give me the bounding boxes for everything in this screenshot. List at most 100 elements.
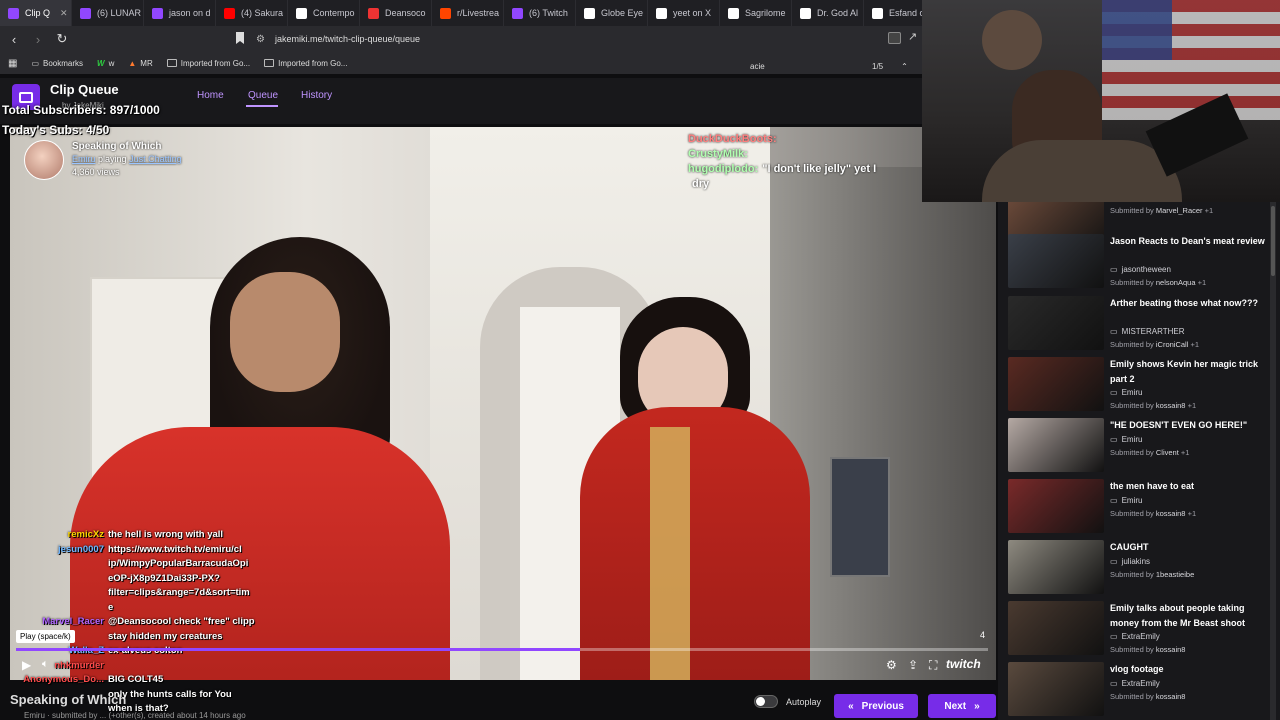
queue-item[interactable]: Arther beating those what now??? ▭ MISTERA… bbox=[1008, 296, 1270, 352]
browser-tab[interactable]: Deansoco bbox=[360, 0, 432, 26]
forward-icon[interactable]: › bbox=[28, 29, 48, 49]
play-icon[interactable]: ▶ bbox=[22, 658, 31, 672]
back-icon[interactable]: ‹ bbox=[4, 29, 24, 49]
apps-grid-icon[interactable]: ▦ bbox=[8, 58, 17, 69]
bookmark-page-icon[interactable] bbox=[236, 32, 244, 44]
chat-username: hugodiplodo: bbox=[688, 163, 759, 175]
queue-item-title: Jason Reacts to Dean's meat review bbox=[1110, 236, 1265, 246]
queue-item[interactable]: CAUGHT ▭ juliakins Submitted by 1beastieibe bbox=[1008, 540, 1270, 596]
submitted-by-label: Submitted by bbox=[1110, 645, 1154, 654]
bookmark-item[interactable]: ▭ Bookmarks bbox=[31, 59, 83, 68]
nav-history[interactable]: History bbox=[301, 90, 332, 101]
extra-count: +1 bbox=[1180, 447, 1190, 457]
queue-scrollbar[interactable] bbox=[1270, 202, 1276, 720]
address-bar[interactable]: ⚙ jakemiki.me/twitch-clip-queue/queue bbox=[256, 30, 876, 48]
queue-item-title: CAUGHT bbox=[1110, 542, 1149, 552]
browser-tab[interactable]: (6) Twitch bbox=[504, 0, 576, 26]
queue-item-channel: ▭ jasontheween bbox=[1110, 265, 1171, 274]
clip-thumbnail[interactable] bbox=[1008, 540, 1104, 594]
nav-home[interactable]: Home bbox=[197, 90, 224, 101]
chat-text: e bbox=[108, 601, 114, 613]
tab-label: (4) Sakura bbox=[241, 8, 284, 18]
tab-favicon-icon bbox=[80, 7, 91, 19]
queue-item[interactable]: the men have to eat ▭ Emiru Submitted by ko… bbox=[1008, 479, 1270, 535]
queue-item[interactable]: "HE DOESN'T EVEN GO HERE!" ▭ Emiru Submitte… bbox=[1008, 418, 1270, 474]
queue-item[interactable]: Emily talks about people taking money fr… bbox=[1008, 601, 1270, 657]
clip-thumbnail[interactable] bbox=[1008, 662, 1104, 716]
folder-icon bbox=[264, 59, 275, 67]
channel-name: Emiru bbox=[1121, 434, 1143, 444]
chat-overlay-bottom: remicXz the hell is wrong with yall jesun0… bbox=[10, 528, 270, 717]
clip-thumbnail[interactable] bbox=[1008, 357, 1104, 411]
clip-thumbnail[interactable] bbox=[1008, 418, 1104, 472]
volume-icon[interactable]: 🔈︎ bbox=[42, 658, 49, 671]
tab-label: Contempo bbox=[313, 8, 355, 18]
browser-tab[interactable]: Sagrilome bbox=[720, 0, 792, 26]
browser-tab[interactable]: (6) LUNAR bbox=[72, 0, 144, 26]
share-clip-icon[interactable]: ⇪ bbox=[908, 658, 918, 672]
queue-item[interactable]: vlog footage ▭ ExtraEmily Submitted by koss… bbox=[1008, 662, 1270, 718]
submitter-name: Marvel_Racer bbox=[1155, 206, 1203, 215]
browser-tab[interactable]: Contempo bbox=[288, 0, 360, 26]
fullscreen-icon[interactable]: ⛶ bbox=[929, 658, 937, 673]
bookmark-folder[interactable]: Imported from Go... bbox=[166, 59, 250, 68]
browser-toolbar: ‹ › ↻ ⚙ jakemiki.me/twitch-clip-queue/qu… bbox=[0, 26, 922, 52]
chat-overlay-top: DuckDuckBoots: CrustyMilk: hugodiplodo: "I … bbox=[688, 132, 928, 192]
clip-thumbnail[interactable] bbox=[1008, 601, 1104, 655]
browser-tab[interactable]: yeet on X bbox=[648, 0, 720, 26]
chat-username: Marvel_Racer bbox=[42, 616, 104, 627]
browser-tab[interactable]: r/Livestrea bbox=[432, 0, 504, 26]
settings-icon[interactable]: ⚙ bbox=[886, 658, 897, 672]
channel-link[interactable]: Emiru bbox=[72, 154, 96, 164]
extra-count: +1 bbox=[1204, 206, 1214, 215]
nav-active-indicator bbox=[246, 105, 278, 107]
twitch-logo[interactable]: twitch bbox=[946, 657, 981, 671]
close-tab-icon[interactable]: ✕ bbox=[60, 8, 68, 19]
channel-icon: ▭ bbox=[1110, 327, 1118, 336]
find-prev-icon[interactable]: ⌃ bbox=[901, 62, 908, 71]
clip-views: 4,360 views bbox=[72, 167, 120, 177]
browser-tab[interactable]: jason on d bbox=[144, 0, 216, 26]
clip-thumbnail[interactable] bbox=[1008, 296, 1104, 350]
video-progress-bar[interactable] bbox=[16, 648, 988, 651]
browser-tab[interactable]: Esfand on bbox=[864, 0, 922, 26]
channel-avatar[interactable] bbox=[24, 140, 64, 180]
bookmark-folder[interactable]: Imported from Go... bbox=[264, 59, 347, 68]
tab-favicon-icon bbox=[800, 7, 811, 19]
chat-message: eOP-jX8p9Z1Dai33P-PX? bbox=[10, 572, 270, 587]
queue-item-channel: ▭ Emiru bbox=[1110, 496, 1142, 505]
browser-tab[interactable]: Globe Eye bbox=[576, 0, 648, 26]
browser-tab[interactable]: Dr. God Al bbox=[792, 0, 864, 26]
game-link[interactable]: Just Chatting bbox=[129, 154, 182, 164]
queue-item[interactable]: Emily shows Kevin her magic trick part 2… bbox=[1008, 357, 1270, 413]
reload-icon[interactable]: ↻ bbox=[52, 29, 72, 49]
submitted-by-label: Submitted by bbox=[1110, 447, 1154, 457]
find-input[interactable]: acie bbox=[742, 62, 852, 71]
autoplay-toggle[interactable] bbox=[754, 695, 778, 708]
bookmark-item[interactable]: Ww bbox=[97, 59, 114, 68]
clip-thumbnail[interactable] bbox=[1008, 479, 1104, 533]
chat-text: ex-alveus colton bbox=[108, 644, 182, 659]
sidebar-toggle-icon[interactable] bbox=[888, 32, 901, 44]
share-icon[interactable]: ↗ bbox=[908, 30, 917, 43]
queue-item-submitter: Submitted by kossain8 bbox=[1110, 692, 1185, 701]
submitter-name: kossain8 bbox=[1155, 691, 1186, 701]
nav-queue[interactable]: Queue bbox=[248, 90, 278, 101]
chat-message: DuckDuckBoots: bbox=[688, 132, 928, 147]
browser-tab[interactable]: Clip Q ✕ bbox=[0, 0, 72, 26]
site-info-icon[interactable]: ⚙ bbox=[256, 34, 265, 45]
queue-scroll-thumb[interactable] bbox=[1271, 206, 1275, 276]
next-button[interactable]: Next» bbox=[928, 694, 996, 718]
previous-button[interactable]: «Previous bbox=[834, 694, 918, 718]
tab-label: Dr. God Al bbox=[817, 8, 859, 18]
bookmark-item[interactable]: ▲ MR bbox=[128, 59, 152, 68]
channel-name: ExtraEmily bbox=[1121, 678, 1160, 688]
tab-favicon-icon bbox=[512, 7, 523, 19]
queue-item[interactable]: Jason Reacts to Dean's meat review ▭ jason… bbox=[1008, 234, 1270, 290]
progress-fill bbox=[16, 648, 580, 651]
queue-item-title: the men have to eat bbox=[1110, 481, 1195, 491]
queue-item-title: vlog footage bbox=[1110, 664, 1164, 674]
clip-thumbnail[interactable] bbox=[1008, 234, 1104, 288]
browser-tab[interactable]: (4) Sakura bbox=[216, 0, 288, 26]
next-icon: » bbox=[974, 700, 980, 712]
